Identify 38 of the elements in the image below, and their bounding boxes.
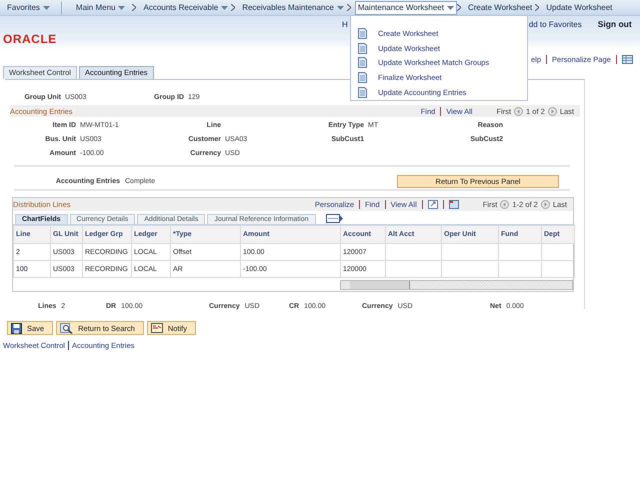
nav-menu-item[interactable]: Main Menu bbox=[60, 0, 128, 14]
new-window-icon[interactable] bbox=[428, 200, 438, 209]
caret-icon bbox=[336, 6, 344, 10]
nav-menu-item[interactable]: Update Worksheet bbox=[543, 0, 616, 14]
document-icon bbox=[358, 42, 367, 54]
chevron-icon bbox=[346, 4, 351, 11]
nav-menu-item[interactable]: Maintenance Worksheet bbox=[354, 0, 457, 14]
nav-menu-item[interactable]: Create Worksheet bbox=[464, 0, 536, 14]
search-icon bbox=[60, 322, 74, 334]
caret-icon bbox=[446, 6, 454, 10]
logo: ORACLE bbox=[3, 32, 57, 46]
header-link[interactable]: H bbox=[342, 20, 348, 28]
next-icon[interactable] bbox=[548, 106, 557, 116]
document-icon bbox=[358, 57, 367, 68]
spreadsheet-icon[interactable] bbox=[448, 200, 459, 209]
nav-menu-item[interactable]: Accounts Receivable bbox=[140, 0, 232, 14]
document-icon bbox=[358, 86, 367, 98]
chevron-icon bbox=[535, 4, 540, 11]
document-icon bbox=[358, 28, 367, 39]
grid-icon[interactable] bbox=[622, 54, 633, 64]
envelope-icon bbox=[150, 323, 163, 333]
next-icon[interactable] bbox=[540, 200, 550, 209]
chevron-icon bbox=[132, 4, 136, 11]
document-icon bbox=[358, 72, 367, 84]
previous-icon[interactable] bbox=[500, 200, 510, 209]
caret-icon bbox=[221, 6, 228, 10]
floppy-icon bbox=[11, 322, 22, 334]
header-link[interactable]: dd to Favorites bbox=[528, 20, 582, 28]
show-all-columns-icon[interactable] bbox=[326, 214, 344, 223]
caret-icon bbox=[42, 6, 50, 10]
nav-menu-item[interactable]: Favorites bbox=[4, 0, 53, 14]
chevron-icon bbox=[231, 4, 236, 11]
horizontal-scrollbar[interactable] bbox=[340, 280, 573, 290]
chevron-icon bbox=[456, 4, 461, 11]
nav-menu-item[interactable]: Receivables Maintenance bbox=[239, 0, 347, 14]
caret-icon bbox=[118, 6, 126, 10]
previous-icon[interactable] bbox=[514, 106, 524, 116]
sign-out-link[interactable]: Sign out bbox=[598, 19, 632, 29]
